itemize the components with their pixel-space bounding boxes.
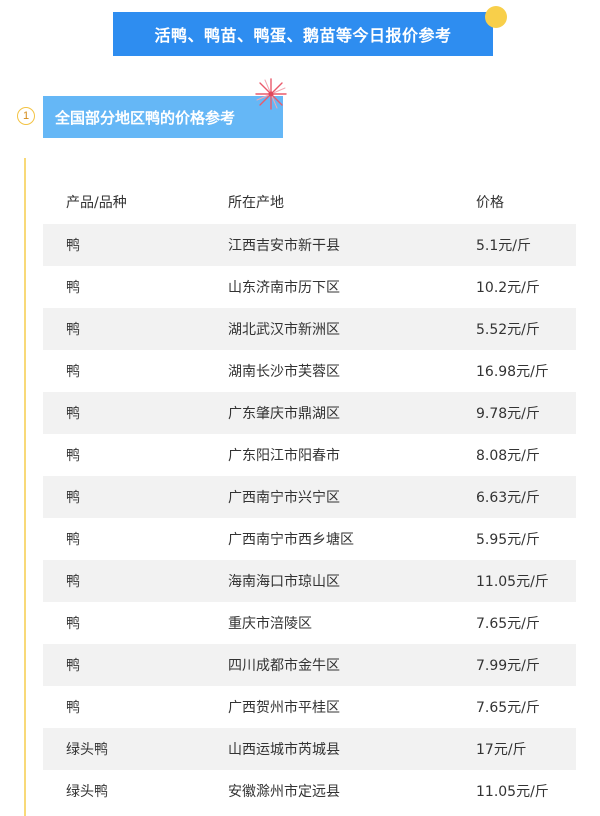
price-table: 产品/品种 所在产地 价格 鸭 江西吉安市新干县 5.1元/斤 鸭 山东济南市历…: [43, 180, 576, 812]
cell-origin: 湖南长沙市芙蓉区: [228, 364, 340, 380]
decorative-dot: [485, 6, 507, 28]
cell-price: 11.05元/斤: [476, 560, 576, 602]
table-row: 鸭 湖北武汉市新洲区 5.52元/斤: [43, 308, 576, 350]
cell-price: 8.08元/斤: [476, 448, 540, 464]
section-heading: 全国部分地区鸭的价格参考: [43, 96, 283, 138]
cell-origin: 安徽滁州市定远县: [228, 784, 340, 800]
cell-origin: 海南海口市琼山区: [228, 560, 476, 602]
cell-price: 7.65元/斤: [476, 700, 540, 716]
cell-origin: 湖北武汉市新洲区: [228, 308, 476, 350]
cell-price: 7.99元/斤: [476, 644, 576, 686]
firework-icon: [255, 78, 287, 110]
table-row: 鸭 广东阳江市阳春市 8.08元/斤: [43, 434, 576, 476]
cell-product: 鸭: [43, 476, 228, 518]
cell-price: 10.2元/斤: [476, 280, 540, 296]
cell-product: 鸭: [43, 644, 228, 686]
cell-origin: 广东阳江市阳春市: [228, 448, 340, 464]
cell-origin: 江西吉安市新干县: [228, 224, 476, 266]
cell-price: 5.1元/斤: [476, 224, 576, 266]
cell-origin: 山东济南市历下区: [228, 280, 340, 296]
section-number-badge: 1: [17, 107, 35, 125]
cell-price: 11.05元/斤: [476, 784, 549, 800]
cell-price: 5.95元/斤: [476, 532, 540, 548]
cell-origin: 四川成都市金牛区: [228, 644, 476, 686]
cell-product: 鸭: [66, 448, 80, 464]
cell-product: 鸭: [43, 308, 228, 350]
cell-product: 鸭: [66, 280, 80, 296]
table-row: 绿头鸭 安徽滁州市定远县 11.05元/斤: [43, 770, 576, 812]
table-row: 鸭 广西贺州市平桂区 7.65元/斤: [43, 686, 576, 728]
cell-product: 鸭: [43, 560, 228, 602]
table-row: 鸭 山东济南市历下区 10.2元/斤: [43, 266, 576, 308]
cell-origin: 重庆市涪陵区: [228, 616, 312, 632]
cell-origin: 广西南宁市兴宁区: [228, 476, 476, 518]
cell-product: 鸭: [66, 364, 80, 380]
timeline-line: [24, 158, 26, 816]
cell-price: 5.52元/斤: [476, 308, 576, 350]
cell-product: 鸭: [43, 224, 228, 266]
cell-price: 9.78元/斤: [476, 392, 576, 434]
table-row: 绿头鸭 山西运城市芮城县 17元/斤: [43, 728, 576, 770]
cell-origin: 广西贺州市平桂区: [228, 700, 340, 716]
table-row: 鸭 广西南宁市兴宁区 6.63元/斤: [43, 476, 576, 518]
table-row: 鸭 海南海口市琼山区 11.05元/斤: [43, 560, 576, 602]
cell-price: 17元/斤: [476, 728, 576, 770]
column-header-product: 产品/品种: [66, 195, 127, 211]
cell-origin: 广西南宁市西乡塘区: [228, 532, 354, 548]
cell-product: 绿头鸭: [43, 728, 228, 770]
table-header-row: 产品/品种 所在产地 价格: [43, 180, 576, 224]
table-row: 鸭 广东肇庆市鼎湖区 9.78元/斤: [43, 392, 576, 434]
cell-product: 鸭: [66, 700, 80, 716]
column-header-price: 价格: [476, 195, 504, 211]
cell-price: 7.65元/斤: [476, 616, 540, 632]
cell-product: 鸭: [43, 392, 228, 434]
page-title: 活鸭、鸭苗、鸭蛋、鹅苗等今日报价参考: [113, 12, 493, 56]
column-header-origin: 所在产地: [228, 195, 284, 211]
cell-product: 鸭: [66, 532, 80, 548]
cell-product: 鸭: [66, 616, 80, 632]
cell-origin: 山西运城市芮城县: [228, 728, 476, 770]
cell-origin: 广东肇庆市鼎湖区: [228, 392, 476, 434]
table-row: 鸭 广西南宁市西乡塘区 5.95元/斤: [43, 518, 576, 560]
table-row: 鸭 湖南长沙市芙蓉区 16.98元/斤: [43, 350, 576, 392]
cell-product: 绿头鸭: [66, 784, 108, 800]
table-row: 鸭 重庆市涪陵区 7.65元/斤: [43, 602, 576, 644]
cell-price: 6.63元/斤: [476, 476, 576, 518]
cell-price: 16.98元/斤: [476, 364, 549, 380]
table-row: 鸭 江西吉安市新干县 5.1元/斤: [43, 224, 576, 266]
table-row: 鸭 四川成都市金牛区 7.99元/斤: [43, 644, 576, 686]
